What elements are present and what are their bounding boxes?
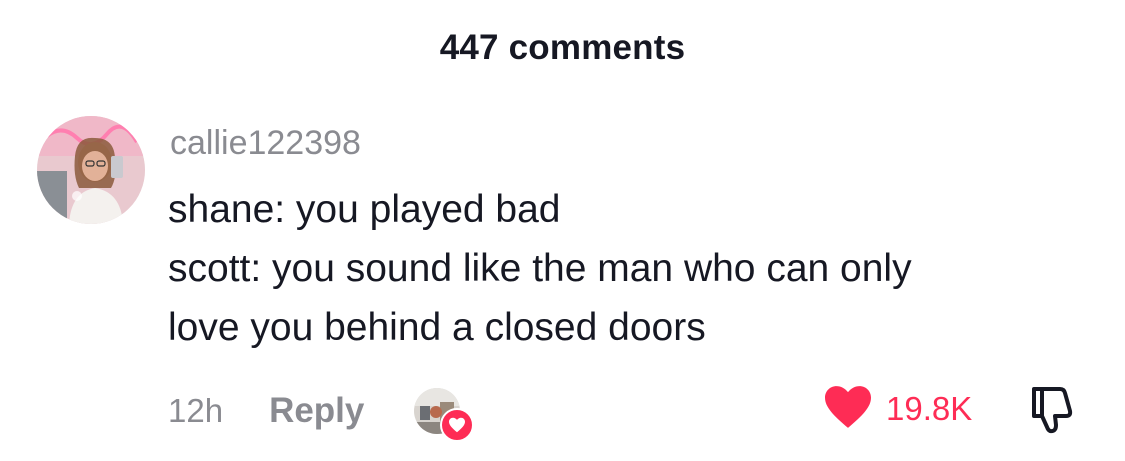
like-count: 19.8K [886,390,973,427]
heart-icon [440,408,475,442]
reply-button[interactable]: Reply [269,391,364,431]
comment-line: shane: you played bad [168,188,561,231]
comments-count-title: 447 comments [439,28,686,67]
comment-username[interactable]: callie122398 [170,124,361,163]
comment-body: shane: you played bad scott: you sound l… [168,180,1108,357]
comment-timestamp: 12h [168,392,224,429]
creator-liked-badge [414,386,475,442]
comment-line: love you behind a closed doors [168,306,706,349]
avatar-image [37,116,145,224]
like-button[interactable]: 19.8K [822,384,972,434]
comment-line: scott: you sound like the man who can on… [168,247,912,290]
comment-meta-row: 12h Reply [168,386,475,442]
avatar[interactable] [37,116,145,224]
heart-filled-icon[interactable] [822,384,874,435]
thumbs-down-icon[interactable] [1024,385,1078,435]
